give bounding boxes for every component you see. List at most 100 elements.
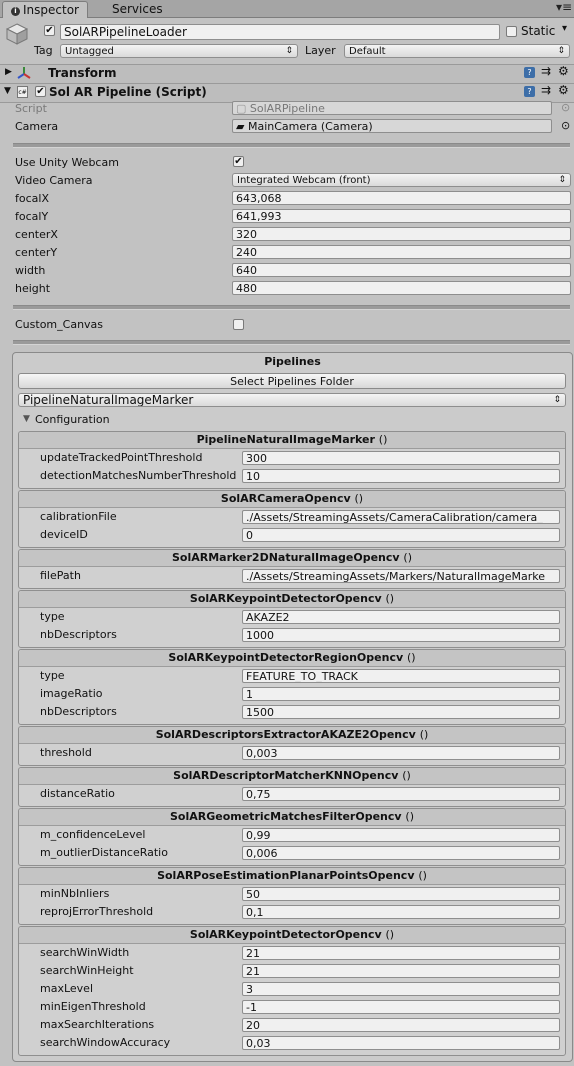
video-camera-value: Integrated Webcam (front) (237, 175, 371, 186)
gear-icon[interactable]: ⚙ (558, 64, 569, 78)
help-book-icon[interactable]: ? (524, 67, 535, 78)
script-file-icon: c# (17, 86, 28, 98)
configuration-label[interactable]: Configuration (35, 413, 110, 426)
custom-canvas-checkbox[interactable] (233, 319, 244, 330)
module-box: SolARKeypointDetectorOpencv () searchWinW… (18, 926, 566, 1056)
param-input[interactable]: 50 (242, 887, 560, 901)
focalx-input[interactable]: 643,068 (232, 191, 571, 205)
collapse-arrow-icon[interactable]: ▼ (4, 86, 11, 96)
lock-menu-icon[interactable]: ▾≡ (556, 0, 572, 14)
param-input[interactable]: 3 (242, 982, 560, 996)
param-row: nbDescriptors 1500 (19, 703, 565, 721)
height-input[interactable]: 480 (232, 281, 571, 295)
script-asset-icon: ▢ (236, 102, 247, 115)
param-row: m_outlierDistanceRatio 0,006 (19, 844, 565, 862)
param-input[interactable]: 0,99 (242, 828, 560, 842)
param-row: updateTrackedPointThreshold 300 (19, 449, 565, 467)
static-checkbox[interactable] (506, 26, 517, 37)
module-title: SolARKeypointDetectorOpencv () (19, 591, 565, 608)
module-box: SolARKeypointDetectorRegionOpencv () type… (18, 649, 566, 725)
object-name-input[interactable]: SolARPipelineLoader (60, 24, 500, 40)
preset-icon[interactable]: ⇉ (541, 64, 551, 78)
script-label: Script (15, 102, 47, 115)
centery-input[interactable]: 240 (232, 245, 571, 259)
height-label: height (15, 282, 51, 295)
tab-inspector[interactable]: i Inspector (2, 1, 88, 18)
param-label: filePath (40, 569, 81, 582)
param-row: threshold 0,003 (19, 744, 565, 762)
param-input[interactable]: -1 (242, 1000, 560, 1014)
module-name: SolARKeypointDetectorOpencv (189, 592, 382, 605)
tag-dropdown[interactable]: Untagged ⇕ (60, 44, 298, 58)
custom-canvas-label: Custom_Canvas (15, 318, 104, 331)
param-input[interactable]: ./Assets/StreamingAssets/CameraCalibrati… (242, 510, 560, 524)
param-input[interactable]: 1500 (242, 705, 560, 719)
param-input[interactable]: 1000 (242, 628, 560, 642)
pipeline-dropdown[interactable]: PipelineNaturalImageMarker ⇕ (18, 393, 566, 407)
module-title: SolARDescriptorMatcherKNNOpencv () (19, 768, 565, 785)
select-pipelines-folder-button[interactable]: Select Pipelines Folder (18, 373, 566, 389)
param-label: m_outlierDistanceRatio (40, 846, 168, 859)
object-picker-icon: ⊙ (561, 101, 571, 114)
tag-label: Tag (34, 44, 53, 57)
active-checkbox[interactable]: ✔ (44, 25, 55, 36)
param-input[interactable]: AKAZE2 (242, 610, 560, 624)
param-label: deviceID (40, 528, 88, 541)
param-input[interactable]: 21 (242, 946, 560, 960)
static-dropdown-icon[interactable]: ▾ (562, 23, 567, 34)
param-input[interactable]: 21 (242, 964, 560, 978)
module-box: SolARGeometricMatchesFilterOpencv () m_co… (18, 808, 566, 866)
focaly-input[interactable]: 641,993 (232, 209, 571, 223)
preset-icon[interactable]: ⇉ (541, 83, 551, 97)
param-row: imageRatio 1 (19, 685, 565, 703)
configuration-foldout-arrow-icon[interactable]: ▼ (23, 414, 30, 424)
module-parens: () (406, 651, 416, 664)
gameobject-cube-icon (5, 22, 29, 46)
module-name: SolARDescriptorMatcherKNNOpencv (173, 769, 399, 782)
module-box: SolARDescriptorsExtractorAKAZE2Opencv ()… (18, 726, 566, 766)
param-input[interactable]: 0,75 (242, 787, 560, 801)
param-input[interactable]: 1 (242, 687, 560, 701)
width-input[interactable]: 640 (232, 263, 571, 277)
expand-arrow-icon[interactable]: ▶ (5, 67, 12, 77)
param-input[interactable]: 0 (242, 528, 560, 542)
module-title: SolARCameraOpencv () (19, 491, 565, 508)
module-box: SolARPoseEstimationPlanarPointsOpencv ()… (18, 867, 566, 925)
param-input[interactable]: 10 (242, 469, 560, 483)
video-camera-label: Video Camera (15, 174, 93, 187)
module-parens: () (419, 728, 429, 741)
param-input[interactable]: 0,006 (242, 846, 560, 860)
param-input[interactable]: 0,03 (242, 1036, 560, 1050)
param-row: filePath ./Assets/StreamingAssets/Markers… (19, 567, 565, 585)
module-parens: () (385, 592, 395, 605)
param-input[interactable]: ./Assets/StreamingAssets/Markers/Natural… (242, 569, 560, 583)
param-input[interactable]: 0,003 (242, 746, 560, 760)
param-label: threshold (40, 746, 92, 759)
param-input[interactable]: 300 (242, 451, 560, 465)
param-row: m_confidenceLevel 0,99 (19, 826, 565, 844)
tab-services[interactable]: Services (104, 1, 171, 17)
param-row: searchWinWidth 21 (19, 944, 565, 962)
module-parens: () (378, 433, 388, 446)
param-input[interactable]: 20 (242, 1018, 560, 1032)
module-title: PipelineNaturalImageMarker () (19, 432, 565, 449)
divider (13, 143, 570, 148)
param-label: searchWinWidth (40, 946, 130, 959)
param-input[interactable]: FEATURE_TO_TRACK (242, 669, 560, 683)
layer-dropdown[interactable]: Default ⇕ (344, 44, 570, 58)
script-enabled-checkbox[interactable]: ✔ (35, 86, 46, 97)
object-picker-icon[interactable]: ⊙ (561, 119, 570, 132)
module-name: SolARKeypointDetectorRegionOpencv (168, 651, 404, 664)
use-webcam-checkbox[interactable]: ✔ (233, 156, 244, 167)
gear-icon[interactable]: ⚙ (558, 83, 569, 97)
module-title: SolARKeypointDetectorOpencv () (19, 927, 565, 944)
param-input[interactable]: 0,1 (242, 905, 560, 919)
param-label: m_confidenceLevel (40, 828, 146, 841)
camera-icon: ▰ (236, 120, 245, 133)
video-camera-dropdown[interactable]: Integrated Webcam (front) ⇕ (232, 173, 571, 187)
help-book-icon[interactable]: ? (524, 86, 535, 97)
camera-field[interactable]: ▰ MainCamera (Camera) (232, 119, 552, 133)
width-label: width (15, 264, 46, 277)
centerx-input[interactable]: 320 (232, 227, 571, 241)
param-row: minNbInliers 50 (19, 885, 565, 903)
